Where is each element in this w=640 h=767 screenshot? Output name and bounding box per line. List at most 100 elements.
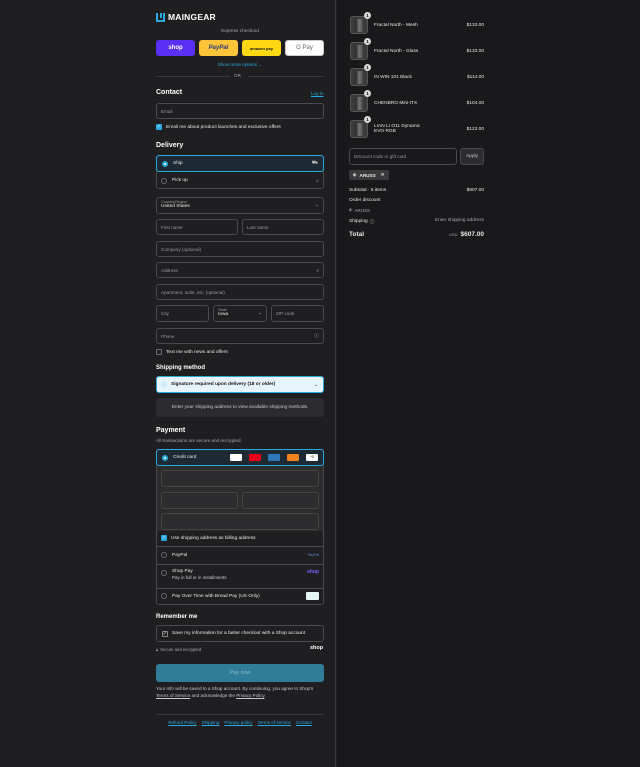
product-thumbnail: 1 bbox=[350, 38, 371, 60]
save-info-option[interactable]: ✓ Save my information for a faster check… bbox=[156, 625, 324, 642]
contact-link[interactable]: Contact bbox=[296, 720, 312, 725]
shipping-label: Shipping bbox=[349, 219, 368, 224]
state-select[interactable]: State Iowa ⌄ bbox=[213, 305, 267, 322]
bread-pay-label: Pay Over Time with Bread Pay (US Only) bbox=[172, 593, 260, 599]
email-field[interactable]: Email bbox=[156, 103, 324, 119]
login-link[interactable]: Log in bbox=[311, 91, 324, 96]
help-icon[interactable]: ⓘ bbox=[370, 218, 375, 225]
pickup-option[interactable]: Pick up ⌂ bbox=[156, 172, 324, 189]
shop-pay-option[interactable]: Shop Pay Pay in full or in installments … bbox=[161, 569, 319, 580]
product-price: $133.00 bbox=[466, 22, 484, 28]
refund-policy-link[interactable]: Refund Policy bbox=[168, 720, 196, 725]
country-select[interactable]: Country/Region United States ⌄ bbox=[156, 197, 324, 214]
cart-item: 1 Fractal North - Mesh $133.00 bbox=[350, 12, 484, 34]
truck-icon: ⛟ bbox=[311, 160, 318, 166]
text-optin[interactable]: Text me with news and offers bbox=[156, 349, 228, 355]
shipping-link[interactable]: Shipping bbox=[202, 720, 220, 725]
address-field[interactable]: Address ⌕ bbox=[156, 262, 324, 278]
cart-item: 1 IN WIN 101 Black $114.00 bbox=[350, 64, 484, 86]
privacy-link[interactable]: Privacy Policy bbox=[236, 693, 264, 698]
total-label: Total bbox=[349, 231, 365, 238]
checkbox-checked-icon[interactable]: ✓ bbox=[156, 124, 162, 130]
product-title: LIAN LI O11 Dynamic EVO RGB bbox=[374, 124, 421, 134]
first-name-field[interactable]: First name bbox=[156, 219, 238, 235]
shop-pay-label: shop bbox=[168, 45, 183, 51]
footer-links: Refund Policy Shipping Privacy policy Te… bbox=[156, 720, 324, 725]
divider bbox=[156, 564, 324, 565]
shop-pay-button[interactable]: shop bbox=[156, 40, 195, 56]
divider bbox=[156, 546, 324, 547]
radio-unselected-icon bbox=[161, 177, 167, 184]
currency-label: USD bbox=[449, 232, 458, 237]
bread-logo-icon bbox=[306, 592, 319, 600]
save-info-label: Save my information for a faster checkou… bbox=[172, 631, 306, 636]
mastercard-icon bbox=[249, 454, 261, 461]
name-on-card-field[interactable] bbox=[161, 513, 319, 530]
email-optin[interactable]: ✓ Email me about product launches and ex… bbox=[156, 124, 281, 130]
zip-field[interactable]: ZIP code bbox=[271, 305, 324, 322]
disclaimer-end: . bbox=[264, 692, 266, 698]
privacy-policy-link[interactable]: Privacy policy bbox=[224, 720, 252, 725]
brand-logo[interactable]: MAINGEAR bbox=[156, 12, 216, 22]
checkbox-checked-icon[interactable]: ✓ bbox=[162, 630, 168, 637]
product-price: $104.00 bbox=[466, 100, 484, 106]
checkbox-checked-icon[interactable]: ✓ bbox=[161, 535, 167, 541]
paypal-button[interactable]: PayPal bbox=[199, 40, 238, 56]
company-field[interactable]: Company (optional) bbox=[156, 241, 324, 257]
phone-field[interactable]: Phone ⓘ bbox=[156, 328, 324, 344]
total-value: $607.00 bbox=[460, 231, 485, 238]
google-pay-button[interactable]: G Pay bbox=[285, 40, 324, 56]
terms-of-service-link[interactable]: Terms of service bbox=[258, 720, 291, 725]
express-checkout-label: Express checkout bbox=[221, 29, 259, 34]
contact-heading: Contact bbox=[156, 89, 183, 96]
apartment-field[interactable]: Apartment, suite, etc. (optional) bbox=[156, 284, 324, 300]
quantity-badge: 1 bbox=[364, 38, 371, 45]
paypal-option[interactable]: PayPal PayPal bbox=[161, 552, 319, 558]
email-optin-label: Email me about product launches and excl… bbox=[166, 124, 281, 130]
pay-now-button[interactable]: Pay now bbox=[156, 664, 324, 682]
chevron-down-icon: ⌄ bbox=[258, 62, 263, 67]
cart-item: 1 CHENBRO Mini-ITX $104.00 bbox=[350, 90, 484, 112]
delivery-heading: Delivery bbox=[156, 142, 184, 149]
radio-unselected-icon bbox=[161, 593, 167, 599]
remember-heading: Remember me bbox=[156, 614, 198, 620]
city-placeholder: City bbox=[161, 311, 169, 316]
expiry-field[interactable] bbox=[161, 492, 238, 509]
ship-option[interactable]: Ship ⛟ bbox=[156, 155, 324, 172]
shop-pay-option-sub: Pay in full or in installments bbox=[172, 575, 227, 580]
checkbox-unchecked-icon[interactable] bbox=[156, 349, 162, 355]
product-price: $133.00 bbox=[466, 48, 484, 54]
security-code-field[interactable] bbox=[242, 492, 319, 509]
quantity-badge: 1 bbox=[364, 12, 371, 19]
signature-notice[interactable]: ⓘ Signature required upon delivery (18 o… bbox=[156, 376, 324, 393]
chevron-down-icon: ⌄ bbox=[313, 381, 318, 388]
card-number-field[interactable] bbox=[161, 470, 319, 487]
last-name-field[interactable]: Last name bbox=[242, 219, 324, 235]
bread-pay-option[interactable]: Pay Over Time with Bread Pay (US Only) bbox=[161, 592, 319, 600]
shipping-info-box: Enter your shipping address to view avai… bbox=[156, 398, 324, 417]
total-row: Total USD $607.00 bbox=[349, 231, 484, 238]
discount-code-field[interactable]: Discount code or gift card bbox=[349, 148, 457, 165]
apply-label: Apply bbox=[466, 154, 478, 159]
help-icon[interactable]: ⓘ bbox=[314, 333, 319, 339]
show-more-options-link[interactable]: Show more options ⌄ bbox=[156, 62, 324, 68]
disclaimer-text-2: and acknowledge the bbox=[191, 692, 235, 698]
discover-icon bbox=[287, 454, 299, 461]
shop-pay-option-label: Shop Pay bbox=[172, 569, 193, 574]
shop-logo-icon: shop bbox=[310, 645, 324, 651]
amazon-pay-button[interactable]: amazon pay bbox=[242, 40, 281, 56]
subtotal-label: Subtotal · 5 items bbox=[349, 188, 387, 193]
billing-same-option[interactable]: ✓ Use shipping address as billing addres… bbox=[161, 535, 256, 541]
shipping-value: Enter shipping address bbox=[434, 218, 484, 223]
radio-unselected-icon bbox=[161, 570, 167, 576]
credit-card-option[interactable]: Credit card +5 bbox=[156, 449, 324, 466]
terms-link[interactable]: Terms of Service bbox=[156, 693, 190, 698]
product-title: CHENBRO Mini-ITX bbox=[374, 100, 418, 106]
apply-button[interactable]: Apply bbox=[460, 148, 484, 165]
payment-subtitle: All transactions are secure and encrypte… bbox=[156, 438, 242, 443]
more-cards-badge: +5 bbox=[306, 454, 318, 461]
last-name-placeholder: Last name bbox=[247, 224, 269, 230]
tag-icon: ⬖ bbox=[349, 207, 353, 212]
remove-discount-icon[interactable]: ✕ bbox=[381, 172, 385, 178]
city-field[interactable]: City bbox=[156, 305, 209, 322]
